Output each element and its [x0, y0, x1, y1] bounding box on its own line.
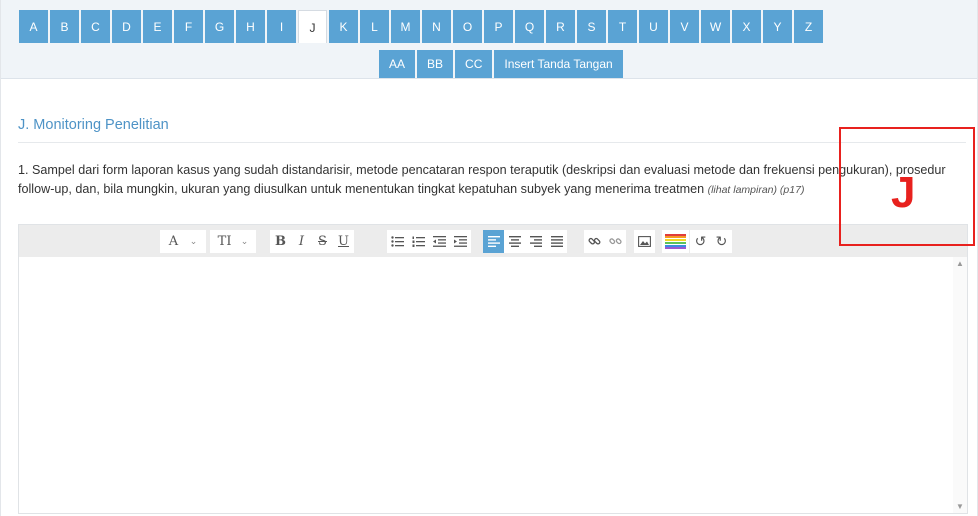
font-family-label: A — [168, 234, 179, 249]
indent-button[interactable] — [450, 230, 471, 253]
question-text: 1. Sampel dari form laporan kasus yang s… — [18, 161, 968, 200]
tab-m[interactable]: M — [391, 10, 420, 43]
outdent-icon — [433, 236, 446, 247]
align-right-icon — [529, 236, 542, 247]
chevron-down-icon: ⌄ — [189, 236, 198, 247]
tab-n[interactable]: N — [422, 10, 451, 43]
outdent-button[interactable] — [429, 230, 450, 253]
align-left-icon — [487, 236, 500, 247]
section-divider — [18, 142, 966, 143]
chevron-down-icon: ⌄ — [240, 236, 249, 247]
tab-e[interactable]: E — [143, 10, 172, 43]
insert-link-button[interactable] — [584, 230, 605, 253]
insert-image-button[interactable] — [634, 230, 655, 253]
editor-scrollbar[interactable]: ▲ ▼ — [953, 257, 967, 513]
unordered-list-icon — [391, 236, 404, 247]
scroll-up-icon[interactable]: ▲ — [956, 259, 964, 268]
underline-button[interactable]: U — [333, 230, 354, 253]
bold-button[interactable]: B — [270, 230, 291, 253]
tab-bb[interactable]: BB — [417, 50, 454, 78]
unlink-icon — [609, 238, 622, 245]
question-hint: (lihat lampiran) (p17) — [707, 184, 805, 196]
tab-cc[interactable]: CC — [455, 50, 493, 78]
strikethrough-button[interactable]: S — [312, 230, 333, 253]
section-title: J. Monitoring Penelitian — [18, 117, 169, 133]
redo-button[interactable]: ↻ — [711, 230, 732, 253]
italic-button[interactable]: I — [291, 230, 312, 253]
undo-icon: ↺ — [694, 233, 707, 250]
editor-text-area[interactable] — [19, 257, 967, 513]
ordered-list-button[interactable] — [408, 230, 429, 253]
image-icon — [638, 236, 651, 247]
align-justify-button[interactable] — [546, 230, 567, 253]
redo-icon: ↻ — [715, 233, 728, 250]
undo-button[interactable]: ↺ — [690, 230, 711, 253]
link-icon — [588, 237, 601, 245]
tab-a[interactable]: A — [19, 10, 48, 43]
tab-insert-tanda-tangan[interactable]: Insert Tanda Tangan — [494, 50, 623, 78]
align-center-icon — [508, 236, 521, 247]
tab-g[interactable]: G — [205, 10, 234, 43]
tab-row-extra: AA BB CC Insert Tanda Tangan — [379, 50, 623, 78]
tab-w[interactable]: W — [701, 10, 730, 43]
scroll-down-icon[interactable]: ▼ — [956, 502, 964, 511]
tab-v[interactable]: V — [670, 10, 699, 43]
tab-s[interactable]: S — [577, 10, 606, 43]
tab-q[interactable]: Q — [515, 10, 544, 43]
tab-l[interactable]: L — [360, 10, 389, 43]
tab-p[interactable]: P — [484, 10, 513, 43]
tab-h[interactable]: H — [236, 10, 265, 43]
tab-i[interactable]: I — [267, 10, 296, 43]
unlink-button[interactable] — [605, 230, 626, 253]
font-size-dropdown[interactable]: TI ⌄ — [210, 230, 256, 253]
tab-t[interactable]: T — [608, 10, 637, 43]
tab-k[interactable]: K — [329, 10, 358, 43]
text-color-icon — [665, 233, 686, 250]
tab-o[interactable]: O — [453, 10, 482, 43]
tab-j[interactable]: J — [298, 10, 327, 43]
font-family-dropdown[interactable]: A ⌄ — [160, 230, 206, 253]
question-label: 1. Sampel dari form laporan kasus yang s… — [18, 163, 946, 196]
tab-x[interactable]: X — [732, 10, 761, 43]
align-justify-icon — [550, 236, 563, 247]
align-center-button[interactable] — [504, 230, 525, 253]
ordered-list-icon — [412, 236, 425, 247]
unordered-list-button[interactable] — [387, 230, 408, 253]
text-color-button[interactable] — [662, 230, 689, 253]
font-size-label: TI — [217, 234, 232, 249]
tab-b[interactable]: B — [50, 10, 79, 43]
editor-toolbar: A ⌄ TI ⌄ B I S U ↺ ↻ — [19, 225, 967, 257]
annotation-letter: J — [891, 168, 916, 217]
align-right-button[interactable] — [525, 230, 546, 253]
tab-r[interactable]: R — [546, 10, 575, 43]
tab-c[interactable]: C — [81, 10, 110, 43]
tab-y[interactable]: Y — [763, 10, 792, 43]
tab-bar: ABCDEFGHIJKLMNOPQRSTUVWXYZ AA BB CC Insert … — [1, 0, 977, 79]
tab-f[interactable]: F — [174, 10, 203, 43]
tab-row-letters: ABCDEFGHIJKLMNOPQRSTUVWXYZ — [19, 10, 823, 43]
indent-icon — [454, 236, 467, 247]
rich-text-editor: A ⌄ TI ⌄ B I S U ↺ ↻ ▲ ▼ — [18, 224, 968, 514]
tab-u[interactable]: U — [639, 10, 668, 43]
tab-z[interactable]: Z — [794, 10, 823, 43]
align-left-button[interactable] — [483, 230, 504, 253]
tab-d[interactable]: D — [112, 10, 141, 43]
tab-aa[interactable]: AA — [379, 50, 416, 78]
